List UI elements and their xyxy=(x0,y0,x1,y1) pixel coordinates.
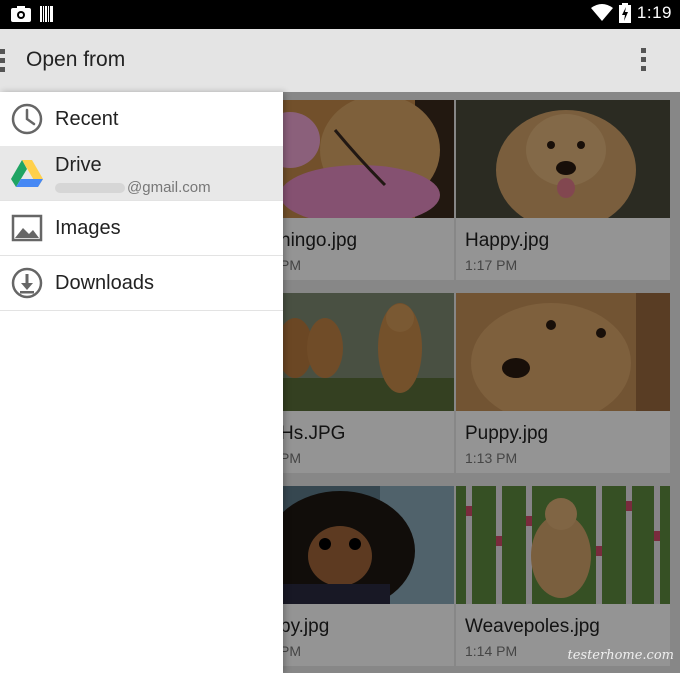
image-icon xyxy=(11,214,43,242)
google-drive-icon xyxy=(11,160,43,187)
drawer-item-label: Downloads xyxy=(55,272,154,294)
barcode-notification-icon xyxy=(40,6,53,22)
status-bar: 1:19 xyxy=(0,0,680,29)
drawer-item-label: Recent xyxy=(55,108,119,130)
camera-notification-icon xyxy=(11,6,31,22)
page-title: Open from xyxy=(26,48,126,71)
wifi-icon xyxy=(590,4,613,21)
drive-account-email: @gmail.com xyxy=(55,179,211,196)
watermark: testerhome.com xyxy=(567,648,674,663)
drawer-item-images[interactable]: Images xyxy=(0,201,283,256)
action-bar: Open from xyxy=(0,29,680,92)
drawer-item-drive[interactable]: Drive @gmail.com xyxy=(0,146,283,201)
drawer-toggle-icon[interactable] xyxy=(0,49,6,73)
battery-charging-icon xyxy=(618,3,631,23)
download-icon xyxy=(11,267,43,299)
drawer-item-label: Images xyxy=(55,217,121,239)
redacted-email-user xyxy=(55,183,125,194)
status-time: 1:19 xyxy=(636,3,672,22)
clock-icon xyxy=(11,103,43,135)
navigation-drawer: Recent Drive @gmail.com Images Downloads xyxy=(0,92,283,673)
drawer-item-label: Drive xyxy=(55,154,102,176)
drawer-item-recent[interactable]: Recent xyxy=(0,92,283,147)
overflow-menu-icon[interactable] xyxy=(641,48,647,75)
drawer-item-downloads[interactable]: Downloads xyxy=(0,256,283,311)
